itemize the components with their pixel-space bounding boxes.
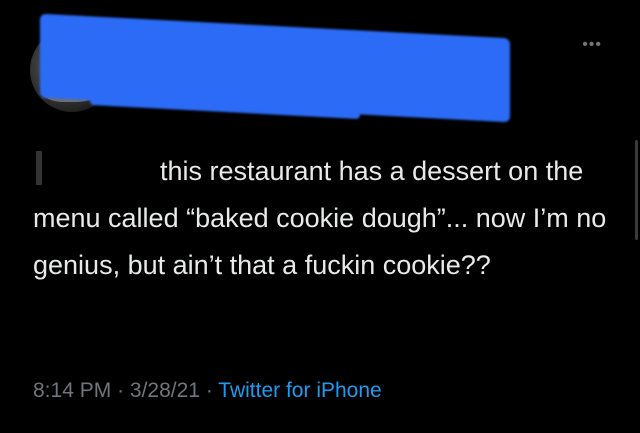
more-icon[interactable]: •••: [582, 36, 602, 54]
meta-separator: ·: [205, 379, 213, 402]
tweet-text: this restaurant has a dessert on the men…: [33, 148, 613, 289]
tweet-date[interactable]: 3/28/21: [130, 379, 200, 402]
tweet-body: this restaurant has a dessert on the men…: [33, 156, 607, 280]
scrollbar[interactable]: [635, 140, 638, 240]
tweet-meta: 8:14 PM · 3/28/21 · Twitter for iPhone: [33, 379, 382, 403]
meta-separator: ·: [117, 379, 125, 402]
tweet-card: ••• this restaurant has a dessert on the…: [0, 0, 640, 433]
tweet-time[interactable]: 8:14 PM: [33, 379, 111, 402]
tweet-source-link[interactable]: Twitter for iPhone: [218, 379, 381, 402]
